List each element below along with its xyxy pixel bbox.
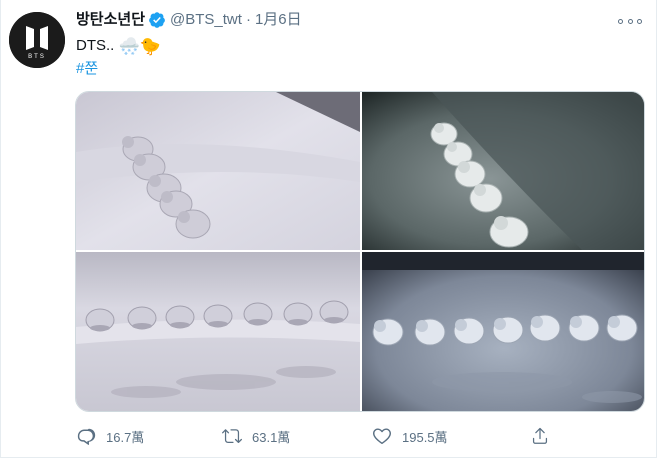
retweet-count: 63.1萬	[252, 429, 291, 445]
more-dot	[618, 18, 623, 24]
bts-logo-icon: BTS	[9, 12, 65, 68]
logo-text: BTS	[28, 54, 46, 60]
share-icon	[532, 427, 548, 444]
media-grid	[75, 91, 645, 412]
reply-icon	[77, 428, 96, 445]
more-dot	[637, 18, 642, 24]
tweet-text: DTS.. 🌨️🐤	[76, 35, 161, 58]
user-handle[interactable]: @BTS_twt	[170, 10, 242, 30]
hashtag-link[interactable]: #쭌	[76, 58, 98, 80]
more-options-icon[interactable]	[618, 12, 642, 30]
reply-count: 16.7萬	[106, 429, 145, 445]
more-dot	[627, 18, 633, 24]
verified-badge-icon	[149, 12, 165, 28]
snow-ducks-photo-1-icon	[76, 92, 360, 250]
retweet-icon	[222, 429, 242, 444]
snow-ducks-photo-3-icon	[76, 252, 360, 411]
snow-ducks-photo-4-icon	[362, 252, 644, 411]
like-button[interactable]: 195.5萬	[372, 424, 448, 448]
photo-4[interactable]	[362, 252, 644, 411]
avatar[interactable]: BTS	[9, 12, 65, 68]
photo-2[interactable]	[362, 92, 644, 250]
display-name[interactable]: 방탄소년단	[76, 10, 145, 30]
tweet-card[interactable]: BTS 방탄소년단 @BTS_twt · 1月6日 DTS.. 🌨️🐤 #쭌 1…	[0, 0, 657, 458]
tweet-body-text: DTS..	[76, 37, 115, 54]
like-count: 195.5萬	[402, 429, 448, 445]
share-button[interactable]	[530, 424, 560, 448]
heart-icon	[373, 428, 391, 445]
header-separator: ·	[245, 11, 251, 28]
snow-ducks-photo-2-icon	[362, 92, 644, 250]
tweet-header: 방탄소년단 @BTS_twt · 1月6日	[76, 10, 302, 30]
tweet-date[interactable]: 1月6日	[255, 10, 302, 30]
photo-3[interactable]	[76, 252, 360, 411]
action-bar: 16.7萬 63.1萬 195.5萬	[76, 424, 556, 448]
emoji-snow-chick: 🌨️🐤	[118, 37, 161, 56]
retweet-button[interactable]: 63.1萬	[222, 424, 290, 448]
reply-button[interactable]: 16.7萬	[76, 424, 144, 448]
photo-1[interactable]	[76, 92, 360, 250]
